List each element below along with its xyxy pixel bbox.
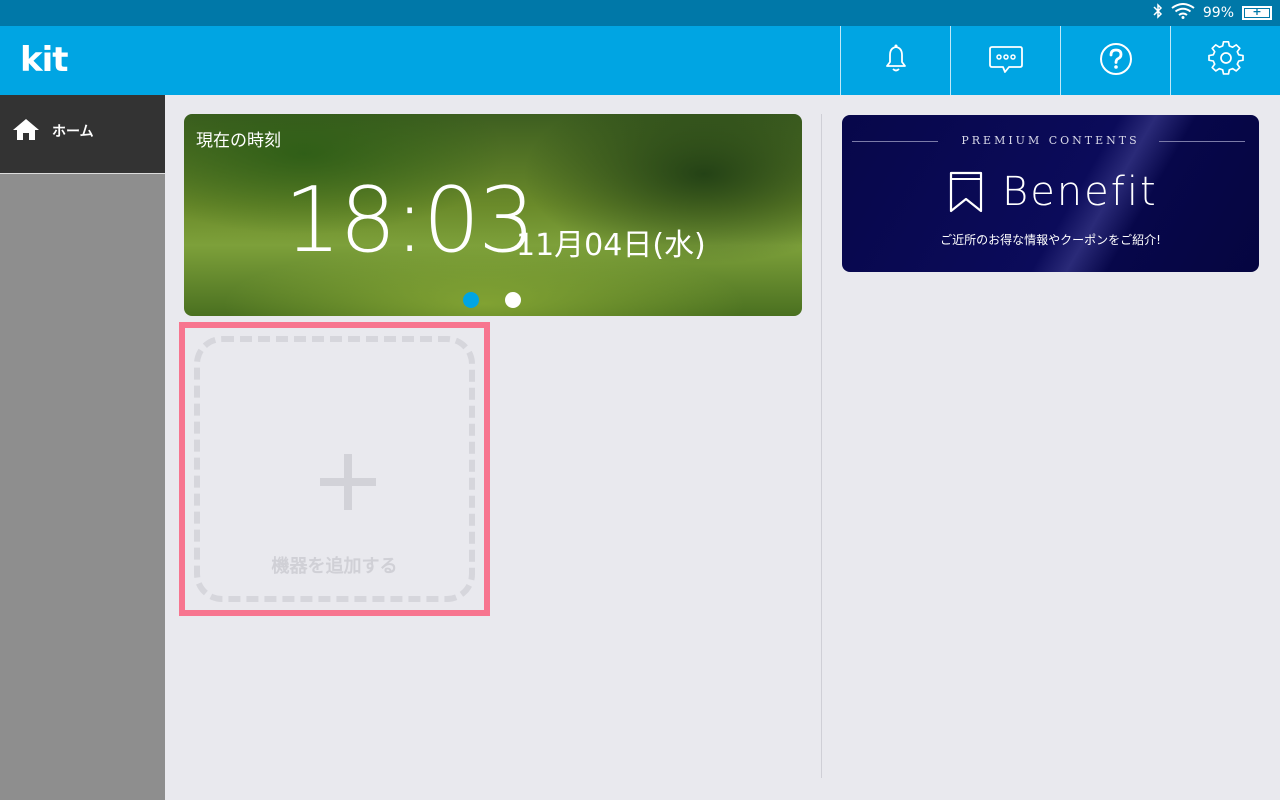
app-logo: kit bbox=[20, 40, 69, 80]
sidebar: ホーム bbox=[0, 95, 165, 800]
page-dot-1[interactable] bbox=[463, 292, 479, 308]
benefit-subtitle: ご近所のお得な情報やクーポンをご紹介! bbox=[940, 233, 1161, 247]
help-button[interactable] bbox=[1060, 26, 1170, 95]
settings-button[interactable] bbox=[1170, 26, 1280, 95]
status-icons: 99% + bbox=[1153, 3, 1272, 23]
add-device-button[interactable]: 機器を追加する bbox=[194, 336, 475, 602]
benefit-title: Benefit bbox=[1002, 169, 1158, 215]
chat-bubble-icon bbox=[987, 42, 1025, 80]
system-status-bar: 99% + bbox=[0, 0, 1280, 26]
page-indicator bbox=[463, 292, 521, 308]
bluetooth-icon bbox=[1153, 3, 1163, 23]
notifications-button[interactable] bbox=[840, 26, 950, 95]
premium-divider-right bbox=[1159, 141, 1245, 142]
battery-icon: + bbox=[1242, 5, 1272, 20]
header-actions bbox=[840, 26, 1280, 95]
sidebar-item-label: ホーム bbox=[52, 124, 94, 140]
benefit-banner[interactable]: PREMIUM CONTENTS Benefit ご近所のお得な情報やクーポンを… bbox=[842, 115, 1259, 272]
wifi-icon bbox=[1171, 3, 1195, 23]
messages-button[interactable] bbox=[950, 26, 1060, 95]
clock-label: 現在の時刻 bbox=[196, 131, 281, 151]
bookmark-icon bbox=[948, 171, 984, 217]
page-dot-2[interactable] bbox=[505, 292, 521, 308]
clock-date: 11月04日(水) bbox=[516, 228, 706, 263]
add-device-highlight: 機器を追加する bbox=[179, 322, 490, 616]
app-header: kit bbox=[0, 26, 1280, 95]
home-icon bbox=[12, 117, 40, 145]
clock-widget[interactable]: 現在の時刻 18:03 11月04日(水) bbox=[184, 114, 802, 316]
question-icon bbox=[1098, 41, 1134, 81]
sidebar-item-home[interactable]: ホーム bbox=[0, 95, 165, 174]
plus-icon bbox=[320, 454, 376, 510]
gear-icon bbox=[1207, 40, 1244, 81]
clock-time: 18:03 bbox=[284, 168, 535, 273]
bell-icon bbox=[878, 41, 914, 81]
add-device-label: 機器を追加する bbox=[271, 556, 398, 577]
column-divider bbox=[821, 114, 822, 778]
battery-percent: 99% bbox=[1202, 5, 1234, 21]
